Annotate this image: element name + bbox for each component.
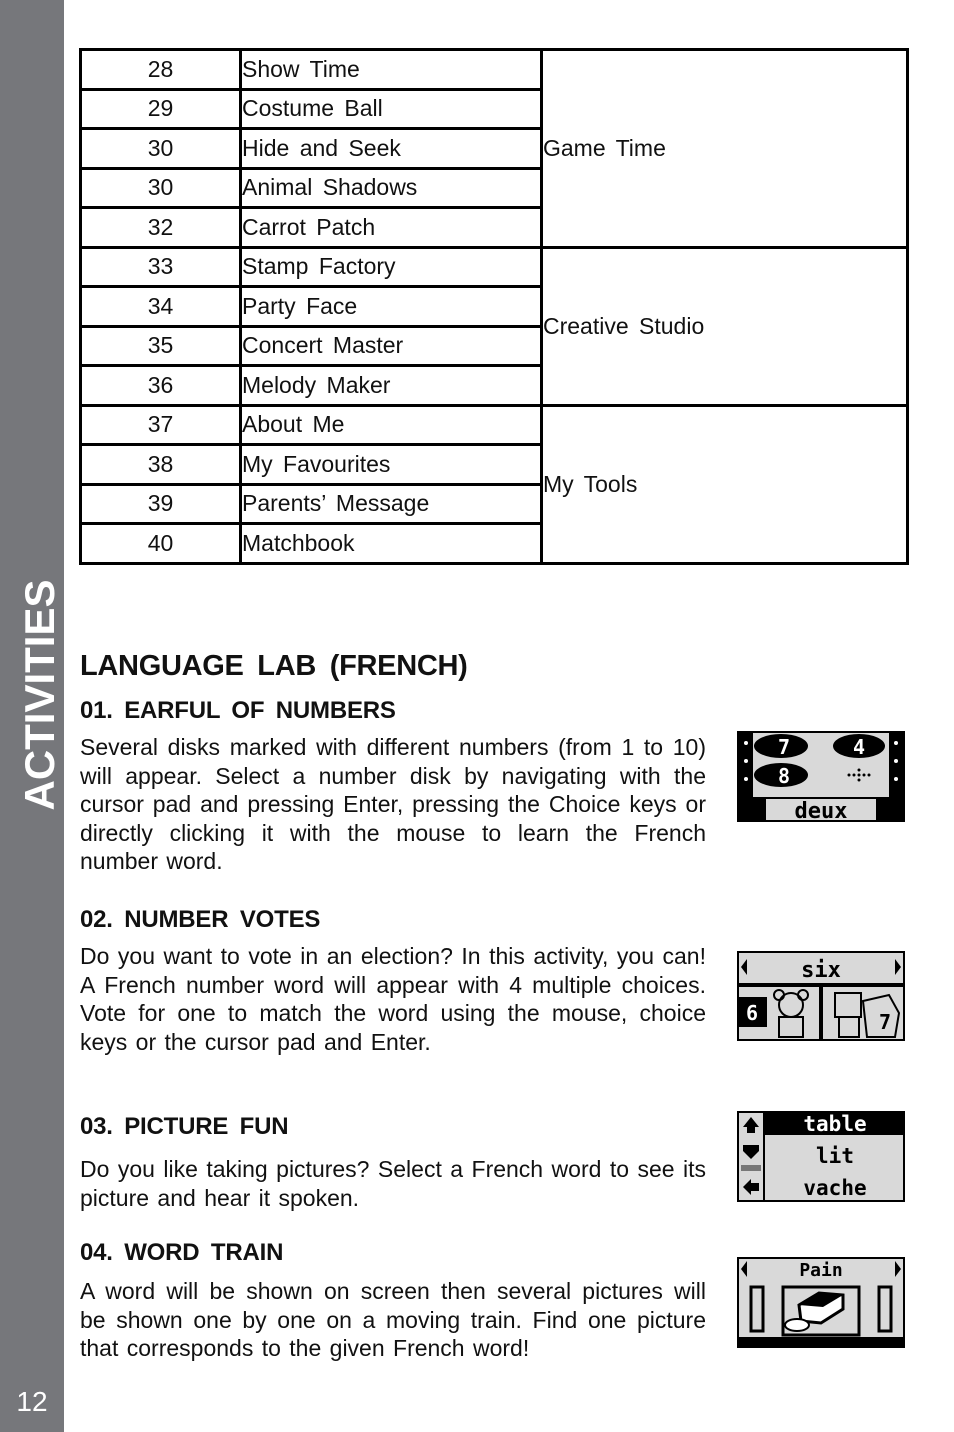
- svg-text:4: 4: [853, 735, 865, 759]
- section-body: Do you want to vote in an election? In t…: [80, 943, 706, 1055]
- section-body: Several disks marked with different numb…: [80, 734, 706, 875]
- section-earful-of-numbers: 01. EARFUL OF NUMBERS Several disks mark…: [80, 697, 706, 876]
- svg-text:7: 7: [778, 735, 790, 759]
- activity-name-cell: Parents’ Message: [239, 482, 543, 525]
- number-disks-illustration: 7 4 8 deux: [739, 733, 903, 820]
- section-number-votes: 02. NUMBER VOTES Do you want to vote in …: [80, 906, 706, 1056]
- activity-name-cell: Costume Ball: [239, 87, 543, 130]
- page-number-cell: 29: [79, 87, 242, 130]
- page-number-cell: 28: [79, 48, 242, 91]
- screenshot-word-train: Pain: [737, 1257, 905, 1348]
- activity-name-cell: Animal Shadows: [239, 166, 543, 209]
- section-heading: 01. EARFUL OF NUMBERS: [80, 697, 396, 724]
- activity-name-cell: Concert Master: [239, 324, 543, 367]
- screenshot-earful-of-numbers: 7 4 8 deux: [737, 731, 905, 822]
- activity-name-cell: Melody Maker: [239, 364, 543, 407]
- section-label: ACTIVITIES: [16, 579, 63, 811]
- sidebar: ACTIVITIES 12: [0, 0, 64, 1432]
- activities-table: 28 Show Time Game Time 29 Costume Ball 30 Hide…: [79, 48, 909, 565]
- table-row: 33 Stamp Factory Creative Studio: [79, 245, 909, 407]
- table-row: 37 About Me My Tools: [79, 403, 909, 565]
- section-heading: 03. PICTURE FUN: [80, 1113, 289, 1140]
- activity-name-cell: Carrot Patch: [239, 206, 543, 249]
- page-number-cell: 35: [79, 324, 242, 367]
- page-number: 12: [16, 1386, 48, 1417]
- activity-name-cell: Hide and Seek: [239, 127, 543, 170]
- category-cell: My Tools: [540, 403, 909, 565]
- arrow-left-icon: [741, 1261, 747, 1277]
- page-number-cell: 34: [79, 285, 242, 328]
- svg-text:6: 6: [746, 1001, 758, 1025]
- page-number-cell: 38: [79, 443, 242, 486]
- section-picture-fun: 03. PICTURE FUN Do you like taking pictu…: [80, 1113, 706, 1212]
- section-heading: 04. WORD TRAIN: [80, 1239, 284, 1266]
- word-item: vache: [803, 1176, 866, 1200]
- arrow-right-icon: [895, 959, 901, 975]
- word-selected: table: [803, 1113, 866, 1136]
- category-cell: Game Time: [540, 48, 909, 249]
- activity-name-cell: Party Face: [239, 285, 543, 328]
- voting-illustration: six 6 7: [739, 958, 903, 1039]
- page-number-cell: 30: [79, 127, 242, 170]
- train-illustration: Pain: [739, 1260, 903, 1346]
- page-number-cell: 32: [79, 206, 242, 249]
- section-body: Do you like taking pictures? Select a Fr…: [80, 1156, 706, 1211]
- activity-name-cell: Matchbook: [239, 522, 543, 565]
- activity-name-cell: Show Time: [239, 48, 543, 91]
- page-number-cell: 40: [79, 522, 242, 565]
- french-word: six: [801, 958, 841, 983]
- french-word: Pain: [799, 1260, 842, 1281]
- activity-name-cell: About Me: [239, 403, 543, 446]
- arrow-right-icon: [895, 1261, 901, 1277]
- page-number-cell: 37: [79, 403, 242, 446]
- page-title: LANGUAGE LAB (FRENCH): [80, 650, 468, 682]
- screenshot-number-votes: six 6 7: [737, 951, 905, 1041]
- activity-name-cell: My Favourites: [239, 443, 543, 486]
- arrow-left-icon: [741, 959, 747, 975]
- screenshot-picture-fun: table lit vache: [737, 1111, 905, 1202]
- page-number-cell: 33: [79, 245, 242, 288]
- svg-text:7: 7: [879, 1010, 891, 1034]
- page-number-cell: 39: [79, 482, 242, 525]
- category-cell: Creative Studio: [540, 245, 909, 407]
- section-body: A word will be shown on screen then seve…: [80, 1278, 706, 1362]
- french-word: deux: [795, 799, 848, 820]
- section-word-train: 04. WORD TRAIN A word will be shown on s…: [80, 1239, 706, 1363]
- word-list-illustration: table lit vache: [739, 1113, 903, 1200]
- page-number-cell: 36: [79, 364, 242, 407]
- page-number-cell: 30: [79, 166, 242, 209]
- svg-text:8: 8: [778, 764, 790, 788]
- activity-name-cell: Stamp Factory: [239, 245, 543, 288]
- section-heading: 02. NUMBER VOTES: [80, 906, 321, 933]
- table-row: 28 Show Time Game Time: [79, 48, 909, 249]
- word-item: lit: [816, 1144, 854, 1168]
